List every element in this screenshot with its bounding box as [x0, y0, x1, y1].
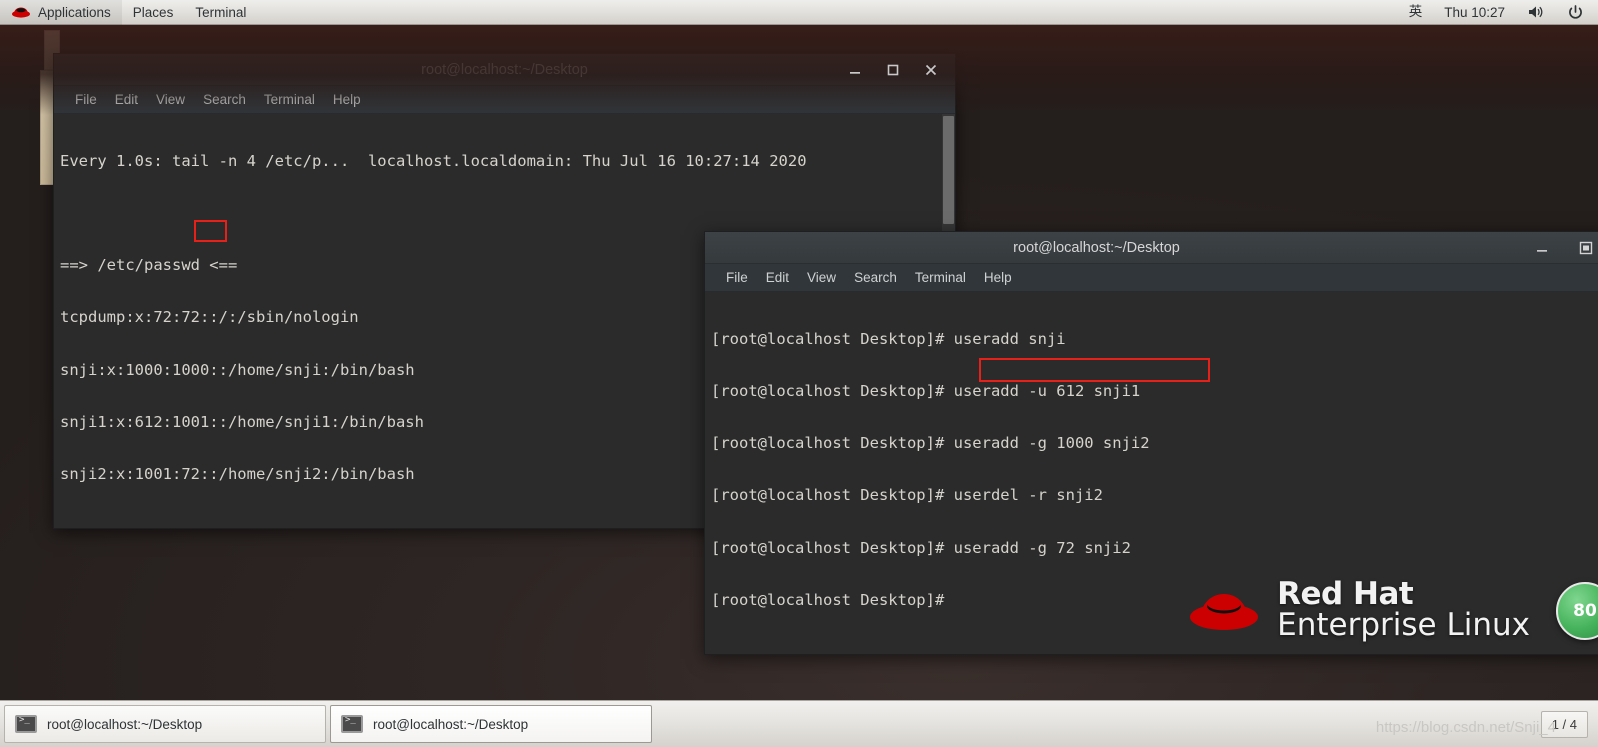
- window1-titlebar[interactable]: root@localhost:~/Desktop: [54, 54, 955, 86]
- taskbar-item-2-label: root@localhost:~/Desktop: [373, 716, 529, 732]
- window2-title: root@localhost:~/Desktop: [1013, 239, 1180, 256]
- menu-edit[interactable]: Edit: [106, 89, 147, 110]
- volume-icon: [1529, 6, 1543, 18]
- desktop-wallpaper: Red Hat Enterprise Linux 80 root@localho…: [0, 25, 1598, 700]
- background-window-sliver: [44, 30, 60, 70]
- green-badge-label: 80: [1573, 601, 1597, 621]
- terminal-line: [root@localhost Desktop]# useradd -g 100…: [711, 434, 1150, 453]
- taskbar-item-2[interactable]: root@localhost:~/Desktop: [330, 705, 652, 743]
- window1-title: root@localhost:~/Desktop: [421, 61, 588, 78]
- places-menu[interactable]: Places: [122, 0, 185, 25]
- applications-menu[interactable]: Applications: [0, 0, 122, 25]
- minimize-icon[interactable]: [847, 62, 863, 78]
- input-method-indicator[interactable]: 英: [1398, 0, 1434, 25]
- highlight-box-gid: [194, 220, 227, 242]
- menu-search[interactable]: Search: [194, 89, 255, 110]
- places-label: Places: [132, 4, 174, 20]
- top-panel: Applications Places Terminal 英 Thu 10:27: [0, 0, 1598, 25]
- terminal-line: [root@localhost Desktop]# useradd snji: [711, 329, 1066, 348]
- terminal-line: [root@localhost Desktop]# useradd -u 612…: [711, 382, 1141, 401]
- applications-label: Applications: [38, 4, 111, 20]
- menu-search[interactable]: Search: [845, 267, 906, 288]
- redhat-icon: [12, 7, 30, 18]
- maximize-icon[interactable]: [1578, 240, 1594, 256]
- redhat-branding: Red Hat Enterprise Linux: [1187, 575, 1530, 644]
- minimize-icon[interactable]: [1534, 240, 1550, 256]
- terminal-line: Every 1.0s: tail -n 4 /etc/p... localhos…: [60, 151, 807, 170]
- power-button[interactable]: [1556, 0, 1598, 25]
- bottom-taskbar: root@localhost:~/Desktop root@localhost:…: [0, 700, 1598, 747]
- input-method-label: 英: [1408, 3, 1423, 20]
- brand-line-1: Red Hat: [1277, 575, 1414, 612]
- window1-menubar[interactable]: File Edit View Search Terminal Help: [54, 86, 955, 114]
- terminal-icon: [341, 715, 363, 733]
- desktop-screen: Red Hat Enterprise Linux 80 root@localho…: [0, 0, 1598, 747]
- maximize-icon[interactable]: [885, 62, 901, 78]
- panel-right-group: 英 Thu 10:27: [1398, 0, 1598, 25]
- highlight-box-command: [979, 358, 1210, 382]
- workspace-switcher[interactable]: 1 / 4: [1540, 710, 1588, 738]
- menu-view[interactable]: View: [147, 89, 194, 110]
- menu-view[interactable]: View: [798, 267, 845, 288]
- menu-file[interactable]: File: [717, 267, 757, 288]
- terminal-line: [root@localhost Desktop]# userdel -r snj…: [711, 486, 1103, 505]
- menu-edit[interactable]: Edit: [757, 267, 798, 288]
- window2-menubar[interactable]: File Edit View Search Terminal Help: [705, 264, 1598, 292]
- volume-button[interactable]: [1516, 0, 1556, 25]
- terminal-icon: [15, 715, 37, 733]
- power-icon: [1569, 4, 1582, 19]
- workspace-label: 1 / 4: [1551, 716, 1577, 732]
- brand-line-2: Enterprise Linux: [1277, 607, 1530, 644]
- taskbar-item-1-label: root@localhost:~/Desktop: [47, 716, 203, 732]
- window2-controls: [1534, 240, 1598, 256]
- close-icon[interactable]: [923, 62, 939, 78]
- window1-controls: [847, 62, 955, 78]
- menu-terminal[interactable]: Terminal: [255, 89, 324, 110]
- menu-terminal[interactable]: Terminal: [906, 267, 975, 288]
- menu-file[interactable]: File: [66, 89, 106, 110]
- terminal-label: Terminal: [195, 4, 247, 20]
- redhat-logo-icon: [1190, 594, 1259, 631]
- menu-help[interactable]: Help: [324, 89, 370, 110]
- taskbar-item-1[interactable]: root@localhost:~/Desktop: [4, 705, 326, 743]
- menu-help[interactable]: Help: [975, 267, 1021, 288]
- clock-label: Thu 10:27: [1444, 4, 1505, 20]
- terminal-line: [root@localhost Desktop]# useradd -g 72 …: [711, 538, 1131, 557]
- clock[interactable]: Thu 10:27: [1433, 0, 1516, 25]
- window1-scroll-thumb[interactable]: [943, 116, 954, 224]
- terminal-menu[interactable]: Terminal: [184, 0, 257, 25]
- redhat-brand-text: Red Hat Enterprise Linux: [1277, 575, 1530, 644]
- window2-titlebar[interactable]: root@localhost:~/Desktop: [705, 232, 1598, 264]
